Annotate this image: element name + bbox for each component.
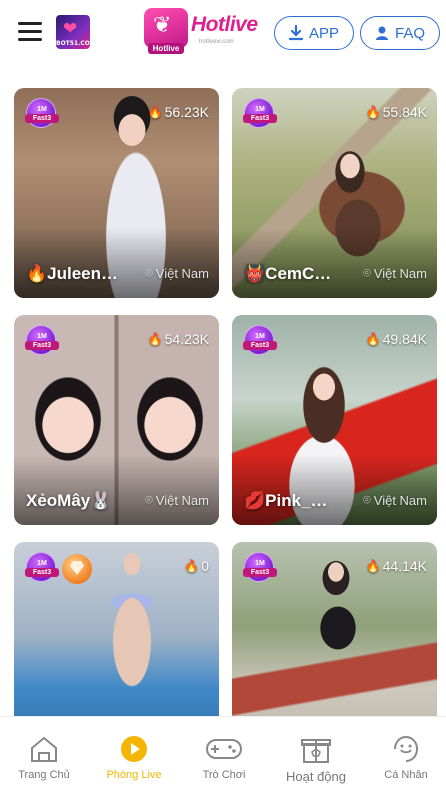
play-icon bbox=[121, 736, 147, 762]
nav-label: Phòng Live bbox=[106, 769, 162, 781]
partner-logo-text: BOT51.COM bbox=[56, 40, 90, 47]
nav-item-live-room[interactable]: Phòng Live bbox=[94, 733, 174, 781]
brand-tag: Hotlive bbox=[148, 43, 184, 54]
location: ⌾ Việt Nam bbox=[145, 265, 209, 281]
gamepad-icon bbox=[206, 739, 242, 759]
flame-icon: 🔥 bbox=[147, 105, 163, 119]
bottom-nav: Trang Chủ Phòng Live Trò Chơi Hoạt động … bbox=[0, 716, 446, 800]
heart-logo-icon: ❤ bbox=[63, 19, 78, 38]
nav-label: Cá Nhân bbox=[384, 769, 428, 781]
badge-line1: 1M bbox=[255, 560, 265, 567]
gift-icon bbox=[301, 739, 331, 763]
top-header: ❤ BOT51.COM ❦ Hotlive Hotlive hotlivevi.… bbox=[0, 0, 446, 66]
badge-line2: Fast3 bbox=[243, 568, 277, 577]
location-pin-icon: ⌾ bbox=[362, 492, 371, 507]
card-gradient bbox=[14, 228, 219, 298]
viewer-count-text: 56.23K bbox=[164, 104, 209, 120]
badge-line1: 1M bbox=[37, 560, 47, 567]
flame-icon: 🔥 bbox=[147, 332, 163, 346]
stream-card[interactable]: 1M Fast3 🔥 49.84K 💋Pink_… ⌾ Việt Nam bbox=[232, 315, 437, 525]
badge-line2: Fast3 bbox=[243, 341, 277, 350]
fast3-badge: 1M Fast3 bbox=[243, 98, 277, 128]
streamer-name: 💋Pink_… bbox=[244, 491, 328, 510]
badge-line2: Fast3 bbox=[243, 114, 277, 123]
user-icon bbox=[375, 26, 388, 40]
viewer-count: 🔥 54.23K bbox=[148, 331, 209, 347]
faq-button[interactable]: FAQ bbox=[360, 16, 440, 50]
location-pin-icon: ⌾ bbox=[144, 265, 153, 280]
stream-grid: 1M Fast3 🔥 56.23K 🔥Juleen… ⌾ Việt Nam 1M F… bbox=[0, 0, 446, 800]
location-text: Việt Nam bbox=[373, 492, 427, 508]
stream-card[interactable]: 1M Fast3 🔥 56.23K 🔥Juleen… ⌾ Việt Nam bbox=[14, 88, 219, 298]
location-text: Việt Nam bbox=[155, 492, 209, 508]
streamer-name: 🔥Juleen… bbox=[26, 264, 119, 283]
brand-logo[interactable]: ❦ Hotlive Hotlive hotlivevi.com bbox=[144, 8, 258, 54]
viewer-count-text: 0 bbox=[201, 558, 209, 574]
location-pin-icon: ⌾ bbox=[144, 492, 153, 507]
partner-logo[interactable]: ❤ BOT51.COM bbox=[56, 15, 90, 49]
nav-item-profile[interactable]: Cá Nhân bbox=[366, 733, 446, 781]
nav-label: Trang Chủ bbox=[18, 769, 70, 781]
viewer-count-text: 44.14K bbox=[382, 558, 427, 574]
viewer-count: 🔥 44.14K bbox=[366, 558, 427, 574]
download-icon bbox=[288, 25, 303, 41]
fast3-badge: 1M Fast3 bbox=[25, 98, 59, 128]
app-button-label: APP bbox=[308, 24, 339, 42]
nav-item-games[interactable]: Trò Chơi bbox=[184, 733, 264, 781]
nav-item-home[interactable]: Trang Chủ bbox=[4, 733, 84, 781]
card-gradient bbox=[232, 228, 437, 298]
viewer-count: 🔥 55.84K bbox=[366, 104, 427, 120]
badge-line1: 1M bbox=[255, 106, 265, 113]
location-text: Việt Nam bbox=[155, 265, 209, 281]
location-text: Việt Nam bbox=[373, 265, 427, 281]
viewer-count: 🔥 56.23K bbox=[148, 104, 209, 120]
app-download-button[interactable]: APP bbox=[274, 16, 354, 50]
location: ⌾ Việt Nam bbox=[145, 492, 209, 508]
location-pin-icon: ⌾ bbox=[362, 265, 371, 280]
profile-icon bbox=[394, 735, 419, 762]
fast3-badge: 1M Fast3 bbox=[25, 552, 59, 582]
fast3-badge: 1M Fast3 bbox=[25, 325, 59, 355]
nav-label: Trò Chơi bbox=[202, 769, 246, 781]
location: ⌾ Việt Nam bbox=[363, 492, 427, 508]
card-gradient bbox=[14, 455, 219, 525]
streamer-name: XẻoMây🐰 bbox=[26, 491, 112, 510]
nav-item-activity[interactable]: Hoạt động bbox=[276, 733, 356, 784]
viewer-count: 🔥 0 bbox=[184, 558, 209, 574]
badge-line2: Fast3 bbox=[25, 568, 59, 577]
brand-badge: ❦ Hotlive bbox=[144, 8, 188, 54]
stream-card[interactable]: 1M Fast3 🔥 55.84K 👹CemC… ⌾ Việt Nam bbox=[232, 88, 437, 298]
flame-icon: 🔥 bbox=[365, 559, 381, 573]
flame-icon: 🔥 bbox=[365, 105, 381, 119]
fast3-badge: 1M Fast3 bbox=[243, 552, 277, 582]
diamond-icon bbox=[62, 554, 92, 584]
flame-icon: 🔥 bbox=[365, 332, 381, 346]
home-icon bbox=[31, 736, 57, 762]
viewer-count-text: 55.84K bbox=[382, 104, 427, 120]
flame-icon: 🔥 bbox=[184, 559, 200, 573]
badge-line2: Fast3 bbox=[25, 114, 59, 123]
badge-line1: 1M bbox=[37, 333, 47, 340]
badge-line1: 1M bbox=[255, 333, 265, 340]
app-root: 1M Fast3 🔥 56.23K 🔥Juleen… ⌾ Việt Nam 1M F… bbox=[0, 0, 446, 800]
badge-line1: 1M bbox=[37, 106, 47, 113]
viewer-count: 🔥 49.84K bbox=[366, 331, 427, 347]
brand-name: Hotlive bbox=[191, 13, 258, 36]
location: ⌾ Việt Nam bbox=[363, 265, 427, 281]
faq-button-label: FAQ bbox=[394, 24, 425, 42]
hamburger-menu-icon[interactable] bbox=[18, 22, 42, 42]
badge-line2: Fast3 bbox=[25, 341, 59, 350]
stream-card[interactable]: 1M Fast3 🔥 54.23K XẻoMây🐰 ⌾ Việt Nam bbox=[14, 315, 219, 525]
brand-site: hotlivevi.com bbox=[199, 39, 234, 45]
card-gradient bbox=[232, 455, 437, 525]
viewer-count-text: 54.23K bbox=[164, 331, 209, 347]
nav-label: Hoạt động bbox=[286, 769, 346, 784]
viewer-count-text: 49.84K bbox=[382, 331, 427, 347]
fast3-badge: 1M Fast3 bbox=[243, 325, 277, 355]
streamer-name: 👹CemC… bbox=[244, 264, 332, 283]
hearts-icon: ❦ bbox=[153, 12, 172, 37]
